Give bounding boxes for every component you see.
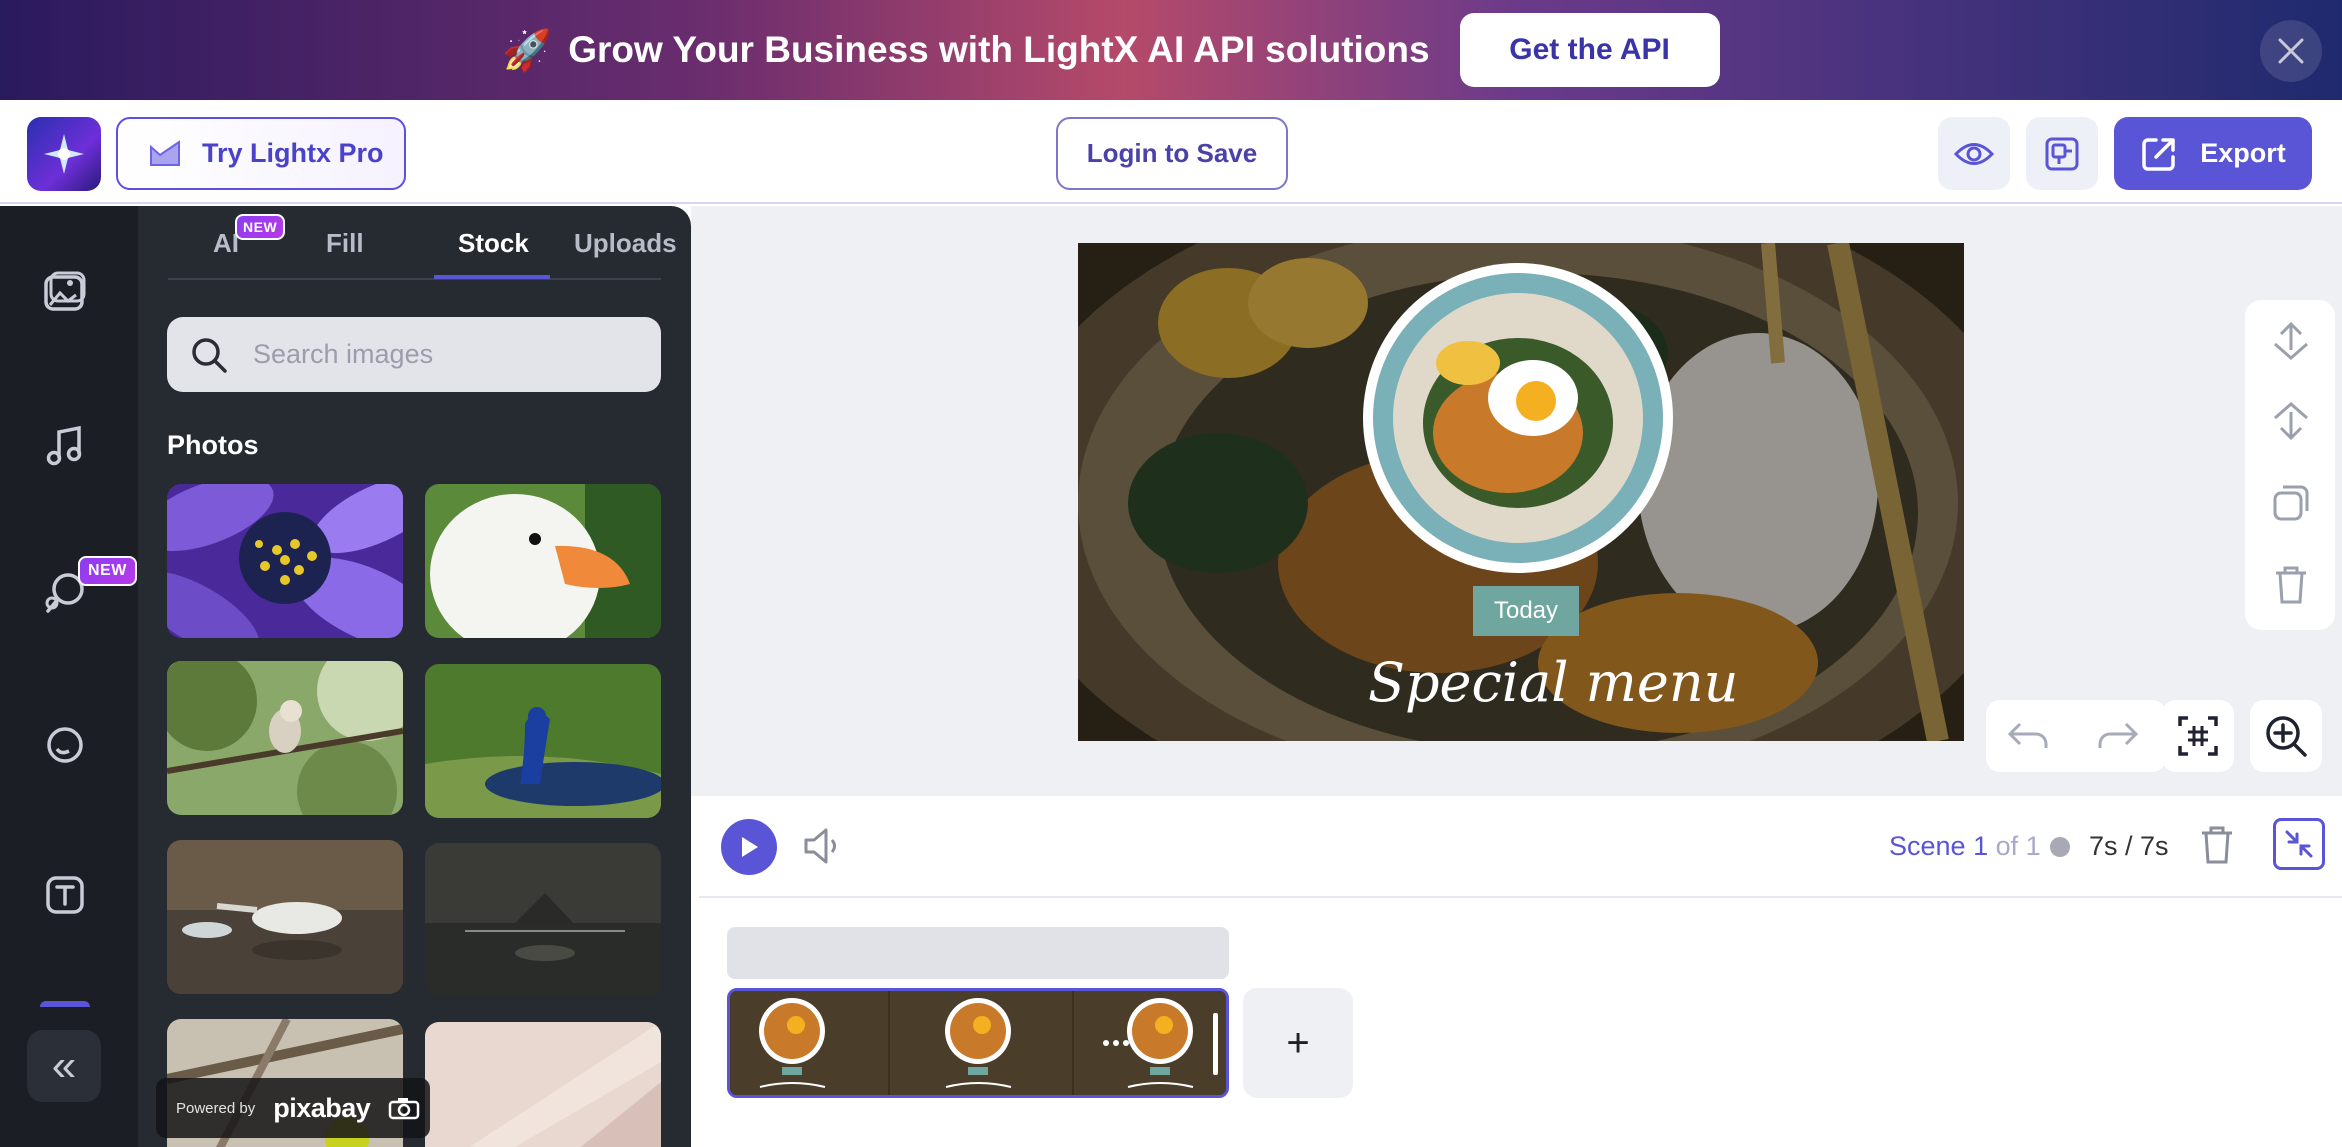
zoom-in-icon (2266, 716, 2307, 757)
search-images-field[interactable]: Search images (167, 317, 661, 392)
rail-text-button[interactable] (39, 869, 91, 921)
app-header: Try Lightx Pro Login to Save Export (0, 100, 2342, 204)
play-icon (742, 837, 758, 857)
speaker-icon (804, 828, 836, 864)
redo-button[interactable] (2096, 716, 2140, 761)
try-pro-button[interactable]: Try Lightx Pro (116, 117, 406, 190)
tab-uploads[interactable]: Uploads (574, 228, 677, 259)
preview-button[interactable] (1938, 117, 2010, 190)
photo-thumbnail-kookaburra[interactable] (167, 661, 403, 815)
double-chevron-left-icon: « (51, 1041, 77, 1090)
photo-thumbnail-pelican[interactable] (167, 840, 403, 994)
photo-thumbnail-purple-flower[interactable] (167, 484, 403, 638)
scene-clip[interactable] (727, 988, 1229, 1098)
tab-fill[interactable]: Fill (326, 228, 364, 259)
photo-thumbnail-peacock[interactable] (425, 664, 661, 818)
status-dot (2050, 837, 2070, 857)
powered-by-text: Powered by (176, 1099, 256, 1117)
crown-icon (150, 139, 180, 166)
redo-icon (2098, 722, 2139, 748)
photo-thumbnail-swimming-bird[interactable] (425, 843, 661, 997)
trash-icon (2276, 566, 2306, 604)
copy-icon (2273, 485, 2309, 521)
bring-forward-button[interactable] (2270, 320, 2312, 362)
resize-button[interactable] (2026, 117, 2098, 190)
panel-tabs: AI NEW Fill Stock Uploads (168, 206, 677, 280)
close-icon (2278, 38, 2304, 64)
design-artboard[interactable]: Today Special menu (1078, 243, 1964, 741)
arrow-up-icon (2274, 321, 2308, 360)
scene-current: 1 (1973, 831, 1989, 861)
shape-icon (47, 727, 83, 763)
arrow-down-icon (2274, 402, 2308, 441)
rail-photos-button[interactable] (39, 266, 91, 318)
export-button[interactable]: Export (2114, 117, 2312, 190)
timeline-panel: Scene 1 of 1 7s / 7s + (699, 796, 2342, 1136)
banner-message: 🚀 Grow Your Business with LightX AI API … (502, 27, 1429, 74)
rail-shapes-button[interactable] (39, 719, 91, 771)
rocket-icon: 🚀 (502, 28, 553, 73)
collapse-timeline-button[interactable] (2273, 818, 2325, 870)
close-banner-button[interactable] (2260, 20, 2322, 82)
grid-frame-icon (2178, 716, 2218, 756)
timeline-toolbar: Scene 1 of 1 7s / 7s (699, 796, 2342, 898)
new-badge: NEW (78, 556, 137, 586)
camera-icon (389, 1098, 420, 1120)
get-api-button[interactable]: Get the API (1459, 13, 1720, 87)
delete-layer-button[interactable] (2270, 564, 2312, 606)
layer-tools (2245, 300, 2335, 630)
send-backward-button[interactable] (2270, 400, 2312, 442)
try-pro-label: Try Lightx Pro (202, 138, 384, 168)
today-label[interactable]: Today (1473, 586, 1579, 636)
photo-thumbnail-abstract-blur[interactable] (425, 1022, 661, 1147)
special-menu-text[interactable]: Special menu (1368, 651, 1738, 714)
scene-name-bar[interactable] (727, 927, 1229, 979)
music-icon (46, 425, 82, 466)
login-to-save-button[interactable]: Login to Save (1056, 117, 1288, 190)
scene-thumbnails (730, 991, 1226, 1095)
undo-icon (2007, 722, 2048, 748)
duplicate-button[interactable] (2270, 482, 2312, 524)
images-icon (44, 271, 86, 311)
layout-icon (2045, 137, 2079, 170)
export-icon (2142, 137, 2175, 171)
search-icon (192, 337, 227, 373)
scene-indicator: Scene 1 of 1 (1889, 831, 2041, 862)
rail-active-indicator (40, 1001, 90, 1007)
search-input[interactable]: Search images (253, 339, 433, 370)
delete-scene-button[interactable] (2199, 824, 2235, 871)
fit-canvas-button[interactable] (2162, 700, 2234, 772)
pixabay-logo: pixabay (273, 1092, 371, 1123)
ai-new-badge: NEW (235, 214, 286, 240)
scene-word: Scene (1889, 831, 1966, 861)
export-label: Export (2200, 138, 2286, 168)
promo-banner: 🚀 Grow Your Business with LightX AI API … (0, 0, 2342, 100)
mute-button[interactable] (802, 826, 842, 871)
trash-icon (2202, 826, 2232, 864)
collapse-panel-button[interactable]: « (27, 1030, 101, 1102)
play-button[interactable] (721, 819, 777, 875)
photos-section-title: Photos (167, 430, 259, 460)
stock-panel: AI NEW Fill Stock Uploads Search images … (138, 206, 691, 1147)
photo-thumbnail-goose[interactable] (425, 484, 661, 638)
zoom-in-button[interactable] (2250, 700, 2322, 772)
scene-total: of 1 (1995, 831, 2041, 861)
text-icon (46, 876, 84, 914)
undo-button[interactable] (2006, 716, 2050, 761)
pixabay-attribution: Powered by pixabay (156, 1078, 430, 1138)
rail-music-button[interactable] (39, 420, 91, 472)
tool-rail: NEW « (0, 206, 138, 1147)
eye-icon (1954, 142, 1994, 165)
tab-stock[interactable]: Stock (458, 228, 529, 259)
minimize-icon (2285, 830, 2313, 858)
lightx-logo[interactable] (27, 117, 101, 191)
active-tab-underline (434, 275, 550, 279)
logo-icon (44, 134, 84, 174)
banner-text: Grow Your Business with LightX AI API so… (568, 29, 1430, 70)
add-scene-button[interactable]: + (1243, 988, 1353, 1098)
history-controls (1986, 700, 2166, 772)
duration-text: 7s / 7s (2089, 831, 2169, 861)
